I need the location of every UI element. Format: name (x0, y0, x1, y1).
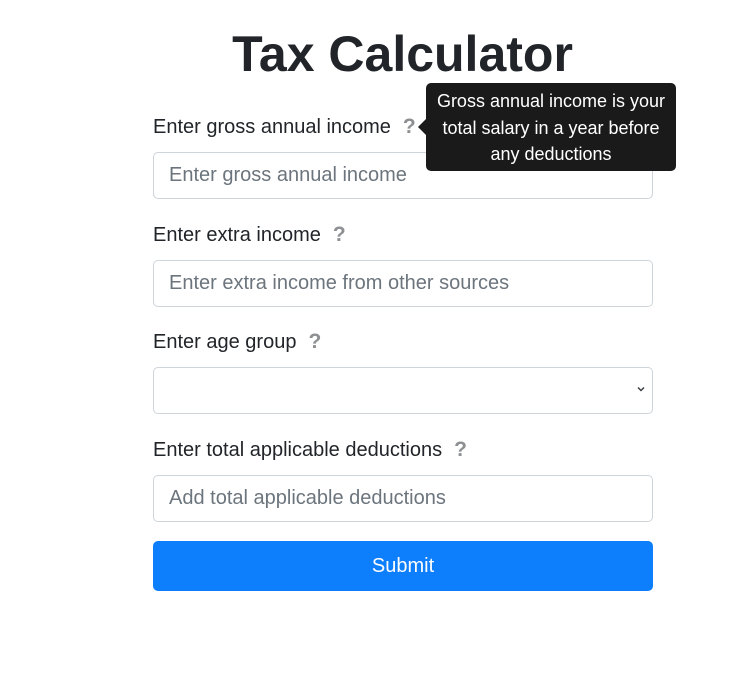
gross-income-help-icon[interactable]: ? (403, 114, 416, 140)
age-group-select[interactable] (153, 367, 653, 414)
gross-income-tooltip: Gross annual income is your total salary… (426, 83, 676, 171)
extra-income-help-icon[interactable]: ? (333, 222, 346, 248)
age-group-field: Enter age group ? (153, 329, 653, 414)
deductions-label-row: Enter total applicable deductions ? (153, 437, 653, 463)
deductions-help-icon[interactable]: ? (454, 437, 467, 463)
age-group-label: Enter age group (153, 331, 297, 353)
tax-calculator-page: Tax Calculator Enter gross annual income… (0, 0, 752, 681)
tooltip-arrow (418, 119, 426, 135)
extra-income-field: Enter extra income ? (153, 222, 653, 307)
gross-income-label: Enter gross annual income (153, 116, 391, 138)
deductions-input[interactable] (153, 475, 653, 522)
deductions-label: Enter total applicable deductions (153, 439, 443, 461)
submit-button[interactable]: Submit (153, 541, 653, 591)
page-title: Tax Calculator (232, 26, 573, 82)
extra-income-label-row: Enter extra income ? (153, 222, 653, 248)
extra-income-input[interactable] (153, 260, 653, 307)
deductions-field: Enter total applicable deductions ? (153, 437, 653, 522)
extra-income-label: Enter extra income (153, 224, 321, 246)
age-group-label-row: Enter age group ? (153, 329, 653, 355)
age-group-select-wrap (153, 367, 653, 414)
age-group-help-icon[interactable]: ? (308, 329, 321, 355)
